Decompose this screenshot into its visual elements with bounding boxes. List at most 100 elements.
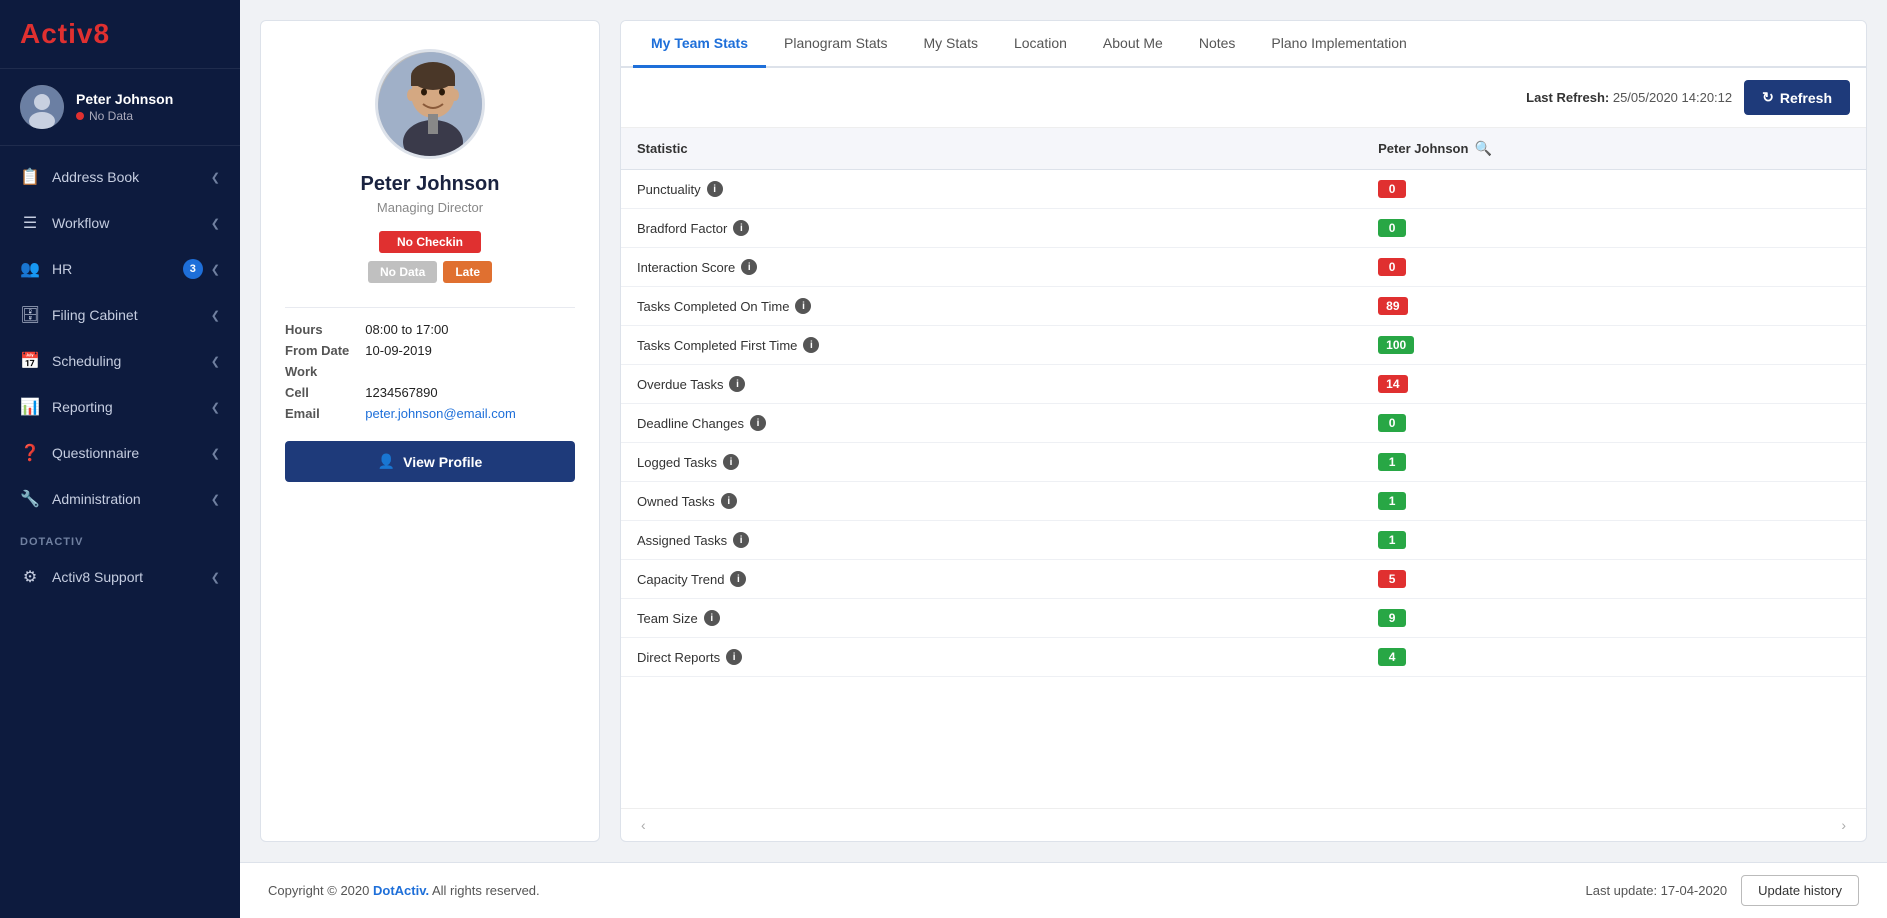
stats-table-body: Punctuality i 0 Bradford Factor i 0 Inte… [621, 170, 1866, 677]
sidebar-item-administration[interactable]: 🔧 Administration ❮ [0, 476, 240, 522]
administration-icon: 🔧 [20, 489, 40, 509]
stat-value-cell: 14 [1362, 365, 1866, 404]
sidebar-item-reporting[interactable]: 📊 Reporting ❮ [0, 384, 240, 430]
stat-label: Tasks Completed On Time [637, 299, 789, 314]
profile-name: Peter Johnson [361, 173, 500, 196]
sidebar-user-section: Peter Johnson No Data [0, 69, 240, 146]
top-section: Peter Johnson Managing Director No Check… [260, 20, 1867, 842]
update-history-button[interactable]: Update history [1741, 875, 1859, 906]
email-value: peter.johnson@email.com [365, 406, 575, 421]
profile-divider [285, 307, 575, 308]
tab-location[interactable]: Location [996, 21, 1085, 68]
refresh-button[interactable]: ↻ Refresh [1744, 80, 1850, 115]
stat-value-badge: 0 [1378, 180, 1406, 198]
stat-value-cell: 1 [1362, 443, 1866, 482]
stat-value-cell: 9 [1362, 599, 1866, 638]
stat-label: Logged Tasks [637, 455, 717, 470]
sidebar-user-status: No Data [76, 109, 173, 123]
workflow-icon: ☰ [20, 213, 40, 233]
stat-label: Tasks Completed First Time [637, 338, 797, 353]
sidebar-item-label: Activ8 Support [52, 569, 143, 585]
stat-name-cell: Bradford Factor i [621, 209, 1362, 248]
stat-value-badge: 14 [1378, 375, 1407, 393]
sidebar-item-questionnaire[interactable]: ❓ Questionnaire ❮ [0, 430, 240, 476]
table-row: Punctuality i 0 [621, 170, 1866, 209]
from-date-value: 10-09-2019 [365, 343, 575, 358]
table-row: Owned Tasks i 1 [621, 482, 1866, 521]
tab-about-me[interactable]: About Me [1085, 21, 1181, 68]
sidebar-item-scheduling[interactable]: 📅 Scheduling ❮ [0, 338, 240, 384]
info-icon: i [730, 571, 746, 587]
table-row: Deadline Changes i 0 [621, 404, 1866, 443]
scroll-left-icon[interactable]: ‹ [637, 817, 650, 833]
stat-label: Overdue Tasks [637, 377, 723, 392]
info-icon: i [795, 298, 811, 314]
scroll-right-icon[interactable]: › [1837, 817, 1850, 833]
tab-my-stats[interactable]: My Stats [906, 21, 996, 68]
chevron-right-icon: ❮ [211, 401, 220, 414]
main-content: Peter Johnson Managing Director No Check… [240, 0, 1887, 862]
work-value [365, 364, 575, 379]
profile-badges-row2: No Data Late [368, 261, 492, 283]
info-icon: i [729, 376, 745, 392]
stat-name-cell: Tasks Completed First Time i [621, 326, 1362, 365]
footer-brand: DotActiv. [373, 883, 429, 898]
view-profile-button[interactable]: 👤 View Profile [285, 441, 575, 482]
stat-value-badge: 1 [1378, 453, 1406, 471]
stat-value-cell: 89 [1362, 287, 1866, 326]
sidebar-item-label: Filing Cabinet [52, 307, 138, 323]
sidebar-item-filing-cabinet[interactable]: 🗄 Filing Cabinet ❮ [0, 292, 240, 338]
tab-notes[interactable]: Notes [1181, 21, 1254, 68]
footer-rights: All rights reserved. [432, 883, 540, 898]
table-row: Bradford Factor i 0 [621, 209, 1866, 248]
tab-my-team-stats[interactable]: My Team Stats [633, 21, 766, 68]
stat-value-badge: 1 [1378, 531, 1406, 549]
tabs-bar: My Team Stats Planogram Stats My Stats L… [621, 21, 1866, 68]
profile-card: Peter Johnson Managing Director No Check… [260, 20, 600, 842]
last-refresh-label: Last Refresh: 25/05/2020 14:20:12 [1526, 90, 1732, 105]
stat-value-badge: 5 [1378, 570, 1406, 588]
stat-label: Assigned Tasks [637, 533, 727, 548]
last-refresh-value: 25/05/2020 14:20:12 [1613, 90, 1732, 105]
stats-data-table: Statistic Peter Johnson 🔍 [621, 128, 1866, 677]
profile-avatar [375, 49, 485, 159]
stat-value-badge: 9 [1378, 609, 1406, 627]
from-date-label: From Date [285, 343, 349, 358]
stat-value-badge: 89 [1378, 297, 1407, 315]
chevron-right-icon: ❮ [211, 355, 220, 368]
cell-label: Cell [285, 385, 349, 400]
stat-name-cell: Tasks Completed On Time i [621, 287, 1362, 326]
chevron-right-icon: ❮ [211, 309, 220, 322]
chevron-right-icon: ❮ [211, 447, 220, 460]
stat-label: Deadline Changes [637, 416, 744, 431]
stat-value-badge: 0 [1378, 219, 1406, 237]
stat-name-cell: Deadline Changes i [621, 404, 1362, 443]
tab-planogram-stats[interactable]: Planogram Stats [766, 21, 906, 68]
tab-plano-implementation[interactable]: Plano Implementation [1253, 21, 1424, 68]
stat-name-cell: Owned Tasks i [621, 482, 1362, 521]
profile-title: Managing Director [377, 200, 483, 215]
address-book-icon: 📋 [20, 167, 40, 187]
scroll-indicator: ‹ › [621, 808, 1866, 841]
hr-badge: 3 [183, 259, 203, 279]
stat-name-cell: Assigned Tasks i [621, 521, 1362, 560]
stat-value-cell: 0 [1362, 248, 1866, 287]
stats-panel: My Team Stats Planogram Stats My Stats L… [620, 20, 1867, 842]
user-col-name: Peter Johnson [1378, 141, 1468, 156]
sidebar-item-address-book[interactable]: 📋 Address Book ❮ [0, 154, 240, 200]
table-row: Tasks Completed First Time i 100 [621, 326, 1866, 365]
hours-label: Hours [285, 322, 349, 337]
hours-value: 08:00 to 17:00 [365, 322, 575, 337]
info-icon: i [707, 181, 723, 197]
checkin-badge: No Checkin [379, 231, 481, 253]
stat-name-cell: Direct Reports i [621, 638, 1362, 677]
search-icon[interactable]: 🔍 [1474, 140, 1491, 157]
info-icon: i [723, 454, 739, 470]
footer-copyright: Copyright © 2020 DotActiv. All rights re… [268, 883, 540, 898]
sidebar-item-workflow[interactable]: ☰ Workflow ❮ [0, 200, 240, 246]
sidebar: Activ8 Peter Johnson No Data [0, 0, 240, 918]
sidebar-item-hr[interactable]: 👥 HR 3 ❮ [0, 246, 240, 292]
chevron-right-icon: ❮ [211, 571, 220, 584]
refresh-icon: ↻ [1762, 89, 1774, 106]
sidebar-item-activ8-support[interactable]: ⚙ Activ8 Support ❮ [0, 554, 240, 600]
